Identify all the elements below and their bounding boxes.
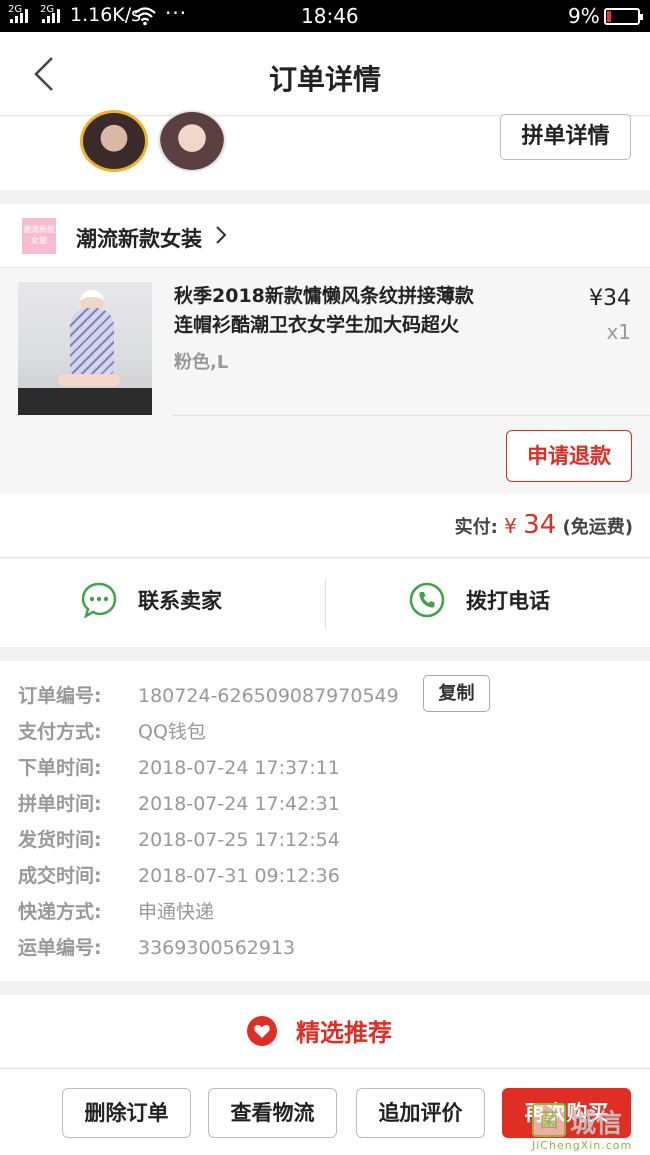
signal-icon-2 [42, 9, 60, 23]
add-review-button[interactable]: 追加评价 [356, 1088, 485, 1138]
contact-seller-label: 联系卖家 [138, 589, 222, 613]
battery-icon [604, 8, 643, 25]
product-price: ¥34 [589, 286, 631, 311]
order-info-row: 发货时间: 2018-07-25 17:12:54 [18, 829, 340, 851]
payment-summary: 实付: ¥ 34 (免运费) [0, 494, 650, 558]
paid-amount: 34 [523, 510, 557, 540]
network-speed: 1.16K/s [70, 4, 142, 26]
signal-icon-1 [10, 9, 28, 23]
order-number: 180724-626509087970549 [138, 685, 399, 707]
product-spec: 粉色,L [174, 352, 229, 373]
product-quantity: x1 [606, 320, 631, 344]
call-button[interactable]: 拨打电话 [408, 581, 550, 619]
order-info-row: 订单编号: 180724-626509087970549 [18, 685, 399, 707]
phone-icon [409, 582, 445, 618]
recommend-label: 精选推荐 [296, 1019, 392, 1047]
bottom-action-bar: 删除订单 查看物流 追加评价 再次购买 [0, 1068, 650, 1155]
avatar [80, 110, 148, 172]
paid-label: 实付: [454, 517, 498, 538]
copy-button[interactable]: 复制 [423, 675, 490, 712]
order-info-row: 支付方式: QQ钱包 [18, 721, 206, 743]
store-logo: 潮流新款女装 [22, 218, 56, 254]
store-name[interactable]: 潮流新款女装 [76, 223, 202, 253]
view-logistics-button[interactable]: 查看物流 [208, 1088, 337, 1138]
paid-currency: ¥ [504, 514, 517, 538]
clock: 18:46 [301, 4, 359, 28]
contact-bar: 联系卖家 拨打电话 [0, 559, 650, 647]
battery-percent: 9% [568, 4, 600, 28]
request-refund-button[interactable]: 申请退款 [506, 430, 632, 482]
group-buy-section: 拼单详情 [0, 110, 650, 190]
group-detail-button[interactable]: 拼单详情 [500, 114, 631, 160]
product-image[interactable] [18, 282, 152, 415]
delete-order-button[interactable]: 删除订单 [62, 1088, 191, 1138]
order-info-row: 运单编号: 3369300562913 [18, 937, 296, 959]
wifi-icon [134, 7, 156, 26]
store-row[interactable]: 潮流新款女装 潮流新款女装 [0, 204, 650, 268]
order-info-row: 成交时间: 2018-07-31 09:12:36 [18, 865, 340, 887]
order-info-row: 下单时间: 2018-07-24 17:37:11 [18, 757, 340, 779]
shipping-note: (免运费) [562, 517, 633, 538]
contact-seller-button[interactable]: 联系卖家 [80, 581, 222, 619]
chevron-right-icon [216, 226, 227, 244]
chat-icon [81, 582, 117, 619]
recommend-section: 精选推荐 [0, 995, 650, 1067]
more-notifications-icon: ··· [165, 1, 188, 25]
page-title: 订单详情 [268, 63, 381, 96]
buy-again-button[interactable]: 再次购买 [502, 1088, 631, 1138]
nav-bar: 订单详情 [0, 32, 650, 116]
order-info-row: 快递方式: 申通快递 [18, 901, 215, 923]
order-info-row: 拼单时间: 2018-07-24 17:42:31 [18, 793, 340, 815]
order-info: 订单编号: 180724-626509087970549 复制 支付方式: QQ钱包… [0, 661, 650, 981]
divider [325, 579, 326, 629]
heart-icon [247, 1015, 277, 1046]
status-bar: 2G 2G 1.16K/s ··· 18:46 9% [0, 0, 650, 32]
divider [172, 415, 650, 416]
call-label: 拨打电话 [466, 589, 550, 613]
product-card[interactable]: 秋季2018新款慵懒风条纹拼接薄款 连帽衫酷潮卫衣女学生加大码超火 粉色,L ¥… [0, 268, 650, 494]
product-title: 秋季2018新款慵懒风条纹拼接薄款 连帽衫酷潮卫衣女学生加大码超火 [174, 285, 474, 336]
avatar [158, 110, 226, 172]
